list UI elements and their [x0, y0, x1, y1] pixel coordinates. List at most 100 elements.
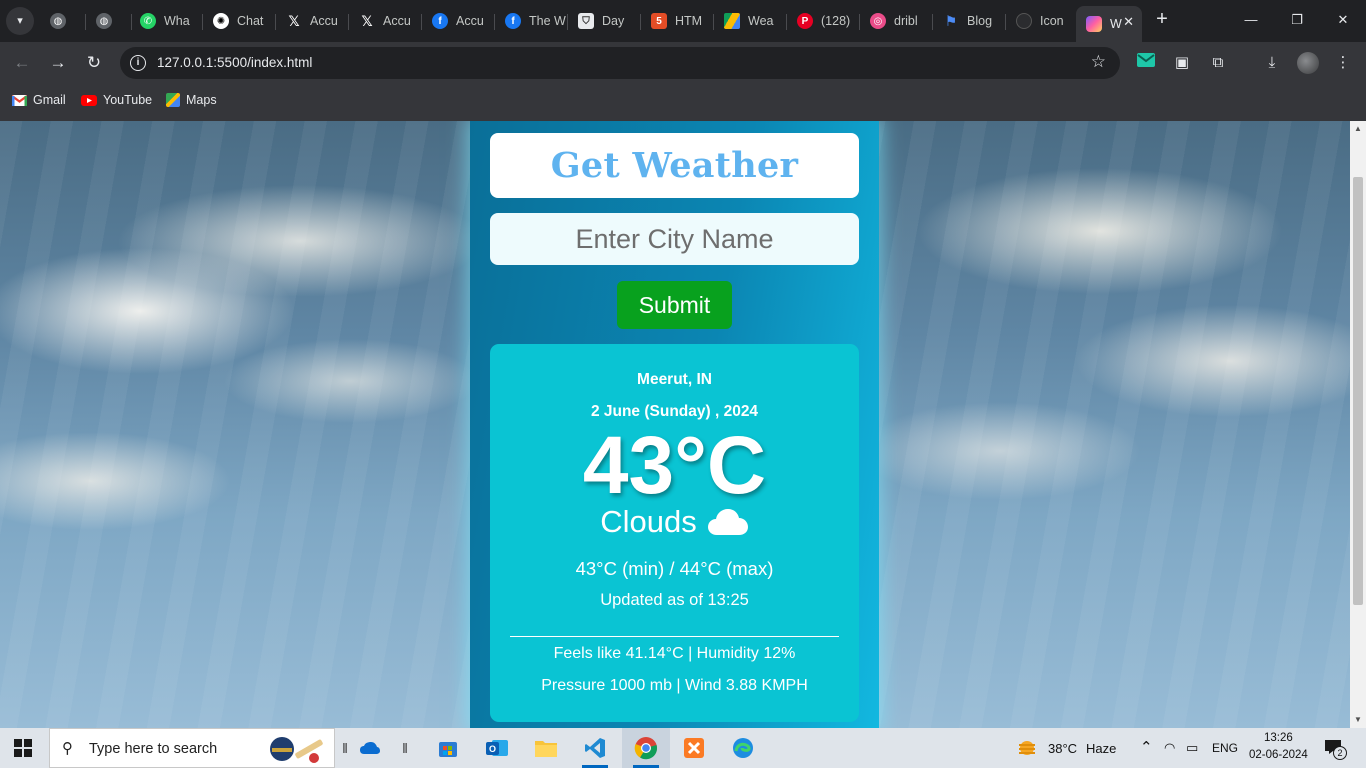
url-text[interactable]: 127.0.0.1:5500/index.html: [157, 55, 312, 70]
flag-icon: ⚑: [944, 12, 958, 29]
tab[interactable]: ◍: [40, 6, 86, 36]
battery-icon[interactable]: ▭: [1186, 740, 1198, 756]
notification-count-badge: 2: [1333, 746, 1347, 760]
tab-dayjs[interactable]: ⛉ Day: [568, 6, 641, 36]
location-text: Meerut, IN: [637, 371, 712, 388]
outlook-icon[interactable]: O: [482, 733, 512, 763]
minimize-button[interactable]: —: [1228, 0, 1274, 40]
scroll-up-icon[interactable]: ▲: [1350, 121, 1366, 137]
google-drive-icon: [724, 13, 740, 29]
divider: [510, 636, 839, 637]
site-info-icon[interactable]: i: [130, 55, 146, 71]
bookmark-youtube[interactable]: YouTube: [81, 93, 152, 107]
forward-arrow-icon[interactable]: →: [45, 50, 71, 76]
tab-dribbble[interactable]: ◎ dribl: [860, 6, 933, 36]
close-tab-icon[interactable]: ✕: [1123, 14, 1134, 30]
tab[interactable]: ◍: [86, 6, 132, 36]
bookmark-maps[interactable]: Maps: [166, 93, 217, 107]
browser-toolbar: ← → ↻ i 127.0.0.1:5500/index.html ☆ ▣ ⧉ …: [0, 42, 1366, 84]
condition-row: Clouds: [490, 504, 859, 540]
address-bar[interactable]: i 127.0.0.1:5500/index.html ☆: [120, 47, 1120, 79]
city-input[interactable]: [490, 213, 859, 265]
restore-button[interactable]: ❐: [1274, 0, 1320, 40]
taskbar-search[interactable]: ⚲ Type here to search: [49, 728, 335, 768]
globe-icon: ◍: [50, 13, 66, 29]
condition-text: Clouds: [600, 504, 697, 539]
puzzle-icon[interactable]: ⧉: [1208, 53, 1228, 73]
vscode-icon[interactable]: [580, 733, 610, 768]
download-icon[interactable]: ⤓: [1262, 53, 1282, 73]
close-window-button[interactable]: ✕: [1320, 0, 1366, 40]
globe-icon: ◍: [96, 13, 112, 29]
feels-humidity-text: Feels like 41.14°C | Humidity 12%: [553, 645, 796, 662]
html-icon: 5: [651, 13, 667, 29]
scroll-thumb[interactable]: [1353, 177, 1363, 605]
pinterest-icon: P: [797, 13, 813, 29]
min-max-text: 43°C (min) / 44°C (max): [575, 558, 774, 579]
cloud-icon: [707, 509, 748, 535]
taskbar-weather-temp[interactable]: 38°C: [1048, 741, 1077, 756]
tab-blog[interactable]: ⚑ Blog: [933, 6, 1006, 36]
taskbar-weather-desc[interactable]: Haze: [1086, 741, 1116, 756]
weather-app-container: Get Weather Report Submit Meerut, IN 2 J…: [470, 121, 879, 728]
pressure-wind-text: Pressure 1000 mb | Wind 3.88 KMPH: [541, 677, 808, 694]
tab-facebook[interactable]: f The W: [495, 6, 568, 36]
new-tab-button[interactable]: +: [1150, 8, 1174, 32]
chatgpt-icon: ✺: [213, 13, 229, 29]
tab-strip: ▾ ◍ ◍ ✆ Wha ✺ Chat 𝕏 Accu 𝕏 Accu f Accu …: [0, 0, 1366, 42]
facebook-icon: f: [505, 13, 521, 29]
menu-kebab-icon[interactable]: ⋮: [1333, 53, 1353, 73]
tab-chatgpt[interactable]: ✺ Chat: [203, 6, 276, 36]
back-arrow-icon[interactable]: ←: [9, 50, 35, 76]
tray-chevron-up-icon[interactable]: ⌃: [1140, 738, 1153, 756]
windows-taskbar: ⚲ Type here to search ‖ ‖ O 38°C Haze ⌃ …: [0, 728, 1366, 768]
tab-pinterest[interactable]: P (128): [787, 6, 860, 36]
whatsapp-icon: ✆: [140, 13, 156, 29]
dribbble-icon: ◎: [870, 13, 886, 29]
file-explorer-icon[interactable]: [531, 733, 561, 763]
cricket-icon: [270, 737, 323, 763]
clock-time[interactable]: 13:26: [1264, 732, 1293, 744]
tab-drive[interactable]: Wea: [714, 6, 787, 36]
submit-button[interactable]: Submit: [617, 281, 732, 329]
svg-text:O: O: [489, 744, 496, 754]
tab-active[interactable]: W ✕: [1076, 6, 1142, 42]
tab-x[interactable]: 𝕏 Accu: [276, 6, 349, 36]
network-icon[interactable]: ◠: [1164, 740, 1175, 756]
onedrive-icon[interactable]: [355, 733, 385, 763]
scroll-down-icon[interactable]: ▼: [1350, 712, 1366, 728]
loading-icon: [1016, 13, 1032, 29]
x-logo-icon: 𝕏: [288, 12, 300, 29]
clock-date[interactable]: 02-06-2024: [1249, 749, 1308, 761]
x-logo-icon: 𝕏: [361, 12, 373, 29]
tab-whatsapp[interactable]: ✆ Wha: [130, 6, 203, 36]
updated-text: Updated as of 13:25: [600, 591, 749, 609]
microsoft-store-icon[interactable]: [433, 733, 463, 763]
temperature-value: 43°C: [582, 420, 767, 511]
chrome-icon[interactable]: [631, 733, 661, 768]
tab-search-button[interactable]: ▾: [6, 7, 34, 35]
shield-icon: ⛉: [578, 13, 594, 29]
bookmark-gmail[interactable]: Gmail: [11, 93, 66, 107]
language-indicator[interactable]: ENG: [1212, 741, 1238, 755]
extension-icon[interactable]: ▣: [1172, 53, 1192, 73]
xampp-icon[interactable]: [679, 733, 709, 763]
page-scrollbar[interactable]: ▲ ▼: [1350, 121, 1366, 728]
youtube-icon: [81, 94, 97, 106]
tab-x[interactable]: 𝕏 Accu: [349, 6, 422, 36]
tab-facebook[interactable]: f Accu: [422, 6, 495, 36]
tab-html[interactable]: 5 HTM: [641, 6, 714, 36]
tab-icon[interactable]: Icon: [1006, 6, 1076, 36]
edge-icon[interactable]: [728, 733, 758, 763]
taskbar-search-text: Type here to search: [89, 741, 218, 757]
extension-mail-icon[interactable]: [1136, 53, 1156, 73]
taskbar-divider: ‖: [402, 740, 408, 756]
profile-avatar[interactable]: [1297, 52, 1319, 74]
taskbar-weather-icon[interactable]: [1016, 738, 1038, 758]
facebook-icon: f: [432, 13, 448, 29]
reload-icon[interactable]: ↻: [81, 50, 107, 76]
bookmark-star-icon[interactable]: ☆: [1091, 52, 1106, 72]
bookmarks-bar: Gmail YouTube Maps: [0, 84, 1366, 121]
page-viewport: Get Weather Report Submit Meerut, IN 2 J…: [0, 121, 1350, 728]
windows-start-icon[interactable]: [14, 739, 32, 757]
